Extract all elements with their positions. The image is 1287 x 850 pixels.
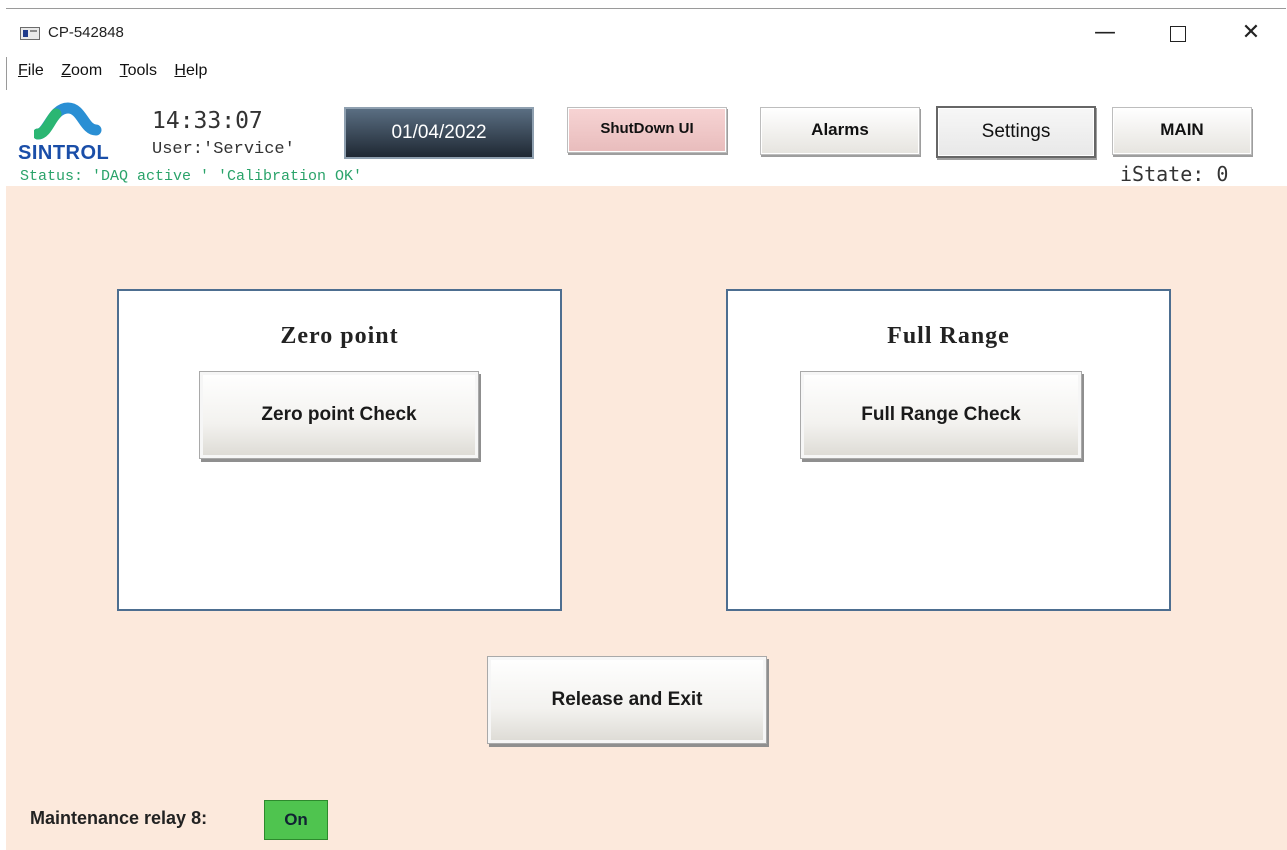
menu-bar: File Zoom Tools Help	[18, 62, 220, 80]
status-text: Status: 'DAQ active ' 'Calibration OK'	[20, 168, 363, 185]
zero-point-panel: Zero point Zero point Check	[117, 289, 562, 611]
menu-help[interactable]: Help	[174, 62, 207, 80]
full-range-check-button[interactable]: Full Range Check	[800, 371, 1082, 459]
shutdown-ui-button[interactable]: ShutDown UI	[567, 107, 727, 153]
istate-label: iState: 0	[1120, 162, 1229, 186]
menu-file[interactable]: File	[18, 62, 44, 80]
maintenance-relay-toggle[interactable]: On	[264, 800, 328, 840]
user-label: User:'Service'	[152, 140, 295, 159]
menu-tools[interactable]: Tools	[120, 62, 157, 80]
full-range-panel: Full Range Full Range Check	[726, 289, 1171, 611]
menu-zoom[interactable]: Zoom	[61, 62, 102, 80]
main-button[interactable]: MAIN	[1112, 107, 1252, 155]
app-icon	[20, 27, 40, 40]
maximize-button[interactable]	[1155, 14, 1201, 52]
alarms-button[interactable]: Alarms	[760, 107, 920, 155]
maximize-icon	[1170, 26, 1186, 42]
sintrol-logo: SINTROL	[18, 100, 130, 164]
clock-time: 14:33:07	[152, 108, 263, 134]
date-button[interactable]: 01/04/2022	[344, 107, 534, 159]
maintenance-relay-label: Maintenance relay 8:	[30, 808, 208, 828]
release-and-exit-button[interactable]: Release and Exit	[487, 656, 767, 744]
logo-text: SINTROL	[18, 142, 110, 164]
window-title: CP-542848	[48, 24, 124, 41]
settings-button[interactable]: Settings	[936, 106, 1096, 158]
minimize-button[interactable]: —	[1082, 14, 1128, 52]
zero-point-title: Zero point	[280, 323, 399, 349]
close-button[interactable]: ✕	[1228, 14, 1274, 52]
logo-wave-icon	[34, 102, 102, 140]
full-range-title: Full Range	[887, 323, 1010, 349]
zero-point-check-button[interactable]: Zero point Check	[199, 371, 479, 459]
